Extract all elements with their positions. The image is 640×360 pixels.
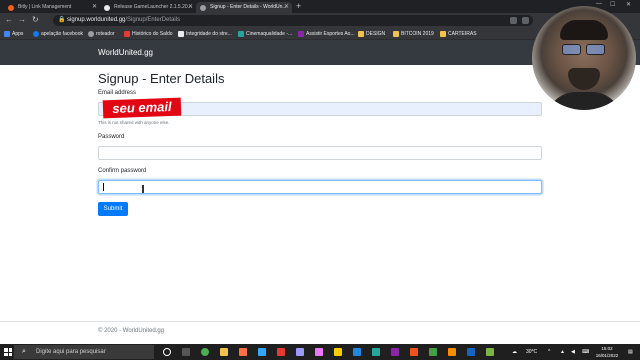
cortana-icon[interactable] [163, 348, 171, 356]
submit-button[interactable]: Submit [98, 202, 128, 216]
address-bar[interactable]: 🔒 signup.worldunited.gg/Signup/EnterDeta… [53, 15, 533, 26]
taskbar-search[interactable]: ⌕ Digite aqui para pesquisar [14, 345, 154, 359]
windows-start-icon[interactable] [4, 348, 12, 356]
bookmark-esportes[interactable]: Assistir Esportes Ao... [298, 28, 355, 40]
sports-icon [298, 31, 304, 37]
cinema-icon [238, 31, 244, 37]
mouse-ibeam-cursor [142, 185, 144, 193]
weather-temperature[interactable]: 30°C [526, 344, 537, 360]
folder-icon [440, 31, 446, 37]
webcam-glasses [562, 44, 606, 56]
bookmark-carteiras[interactable]: CARTEIRAS [440, 28, 477, 40]
illustrator-icon[interactable] [239, 348, 247, 356]
tab-signup[interactable]: Signup - Enter Details - WorldUn... ✕ [196, 2, 292, 13]
email-help-text: This is not shared with anyone else. [98, 120, 170, 125]
bitly-icon [8, 5, 14, 11]
app-icon[interactable] [353, 348, 361, 356]
bank-icon [124, 31, 130, 37]
close-tab-icon[interactable]: ✕ [92, 2, 97, 13]
app-icon[interactable] [429, 348, 437, 356]
app-icon[interactable] [467, 348, 475, 356]
volume-icon[interactable]: ◀ [571, 344, 575, 360]
tab-github-release[interactable]: Release GameLauncher 2.1.5.20... ✕ [100, 2, 196, 13]
app-icon[interactable] [391, 348, 399, 356]
webcam-overlay [532, 6, 636, 110]
close-tab-icon[interactable]: ✕ [188, 2, 193, 13]
new-tab-button[interactable]: + [296, 1, 301, 11]
star-icon[interactable] [522, 17, 529, 24]
taskbar-clock[interactable]: 15:02 16/01/2022 [592, 345, 622, 359]
maximize-icon[interactable]: ☐ [610, 1, 615, 8]
share-icon[interactable] [510, 17, 517, 24]
search-icon: ⌕ [22, 348, 26, 355]
bookmark-facebook[interactable]: apelação facebook [33, 28, 83, 40]
footer-text: © 2020 - WorldUnited.gg [98, 328, 165, 334]
app-icon[interactable] [277, 348, 285, 356]
app-icon[interactable] [448, 348, 456, 356]
close-tab-icon[interactable]: ✕ [284, 2, 289, 13]
lock-icon: 🔒 [58, 17, 66, 23]
url-host: signup.worldunited.gg [67, 17, 126, 23]
clock-date: 16/01/2022 [595, 353, 619, 358]
bookmark-integridade[interactable]: Integridade do stre... [178, 28, 232, 40]
confirm-password-field[interactable] [98, 180, 542, 194]
url-path: /Signup/EnterDetails [125, 17, 181, 23]
clock-time: 15:02 [601, 346, 613, 351]
task-view-icon[interactable] [182, 348, 190, 356]
tray-chevron-icon[interactable]: ^ [548, 344, 550, 360]
password-field[interactable] [98, 146, 542, 160]
photoshop-icon[interactable] [258, 348, 266, 356]
browser-tab-strip: Bitly | Link Management ✕ Release GameLa… [0, 0, 640, 13]
language-icon[interactable]: ⌨ [582, 344, 589, 360]
email-redaction-overlay: seu email [102, 97, 182, 119]
bookmark-bitcoin[interactable]: BITCOIN 2019 [393, 28, 434, 40]
webcam-beard [568, 68, 600, 90]
page-title: Signup - Enter Details [98, 71, 225, 86]
brand-link[interactable]: WorldUnited.gg [98, 40, 153, 65]
footer-divider [0, 321, 640, 322]
network-icon[interactable]: ▲ [560, 344, 565, 360]
premiere-icon[interactable] [315, 348, 323, 356]
email-label: Email address [98, 90, 137, 96]
weather-icon[interactable]: ☁ [512, 344, 517, 360]
tab-label: Signup - Enter Details - WorldUn... [210, 4, 287, 10]
app-icon[interactable] [410, 348, 418, 356]
tab-bitly[interactable]: Bitly | Link Management ✕ [4, 2, 100, 13]
folder-icon [393, 31, 399, 37]
github-icon [104, 5, 110, 11]
windows-taskbar: ⌕ Digite aqui para pesquisar ☁ 30°C ^ ▲ … [0, 344, 640, 360]
password-label: Password [98, 134, 125, 140]
bookmark-historico[interactable]: Histórico do Saldo [124, 28, 173, 40]
app-icon[interactable] [334, 348, 342, 356]
tab-label: Bitly | Link Management [18, 4, 72, 10]
confirm-password-label: Confirm password [98, 168, 147, 174]
bookmark-design[interactable]: DESIGN [358, 28, 385, 40]
bookmark-roteador[interactable]: roteador [88, 28, 115, 40]
app-icon[interactable] [372, 348, 380, 356]
globe-icon [88, 31, 94, 37]
webcam-hair [560, 20, 608, 40]
taskbar-search-placeholder: Digite aqui para pesquisar [36, 349, 106, 355]
after-effects-icon[interactable] [296, 348, 304, 356]
apps-grid-icon [4, 31, 10, 37]
chrome-icon[interactable] [201, 348, 209, 356]
globe-icon [200, 5, 206, 11]
bookmark-apps[interactable]: Apps [4, 28, 23, 40]
tab-label: Release GameLauncher 2.1.5.20... [114, 4, 192, 10]
notification-icon[interactable]: ▤ [628, 344, 633, 360]
close-window-icon[interactable]: ✕ [626, 1, 631, 8]
back-arrow-icon[interactable]: ← [5, 15, 13, 24]
webcam-shirt [546, 92, 622, 110]
reload-icon[interactable]: ↻ [32, 15, 39, 24]
bookmark-cinemaqualidade[interactable]: Cinemaqualidade -... [238, 28, 292, 40]
minimize-icon[interactable]: — [596, 1, 602, 7]
folder-icon [358, 31, 364, 37]
app-icon[interactable] [486, 348, 494, 356]
page-icon [178, 31, 184, 37]
file-explorer-icon[interactable] [220, 348, 228, 356]
forward-arrow-icon[interactable]: → [18, 15, 26, 24]
facebook-icon [33, 31, 39, 37]
text-caret [103, 183, 104, 191]
